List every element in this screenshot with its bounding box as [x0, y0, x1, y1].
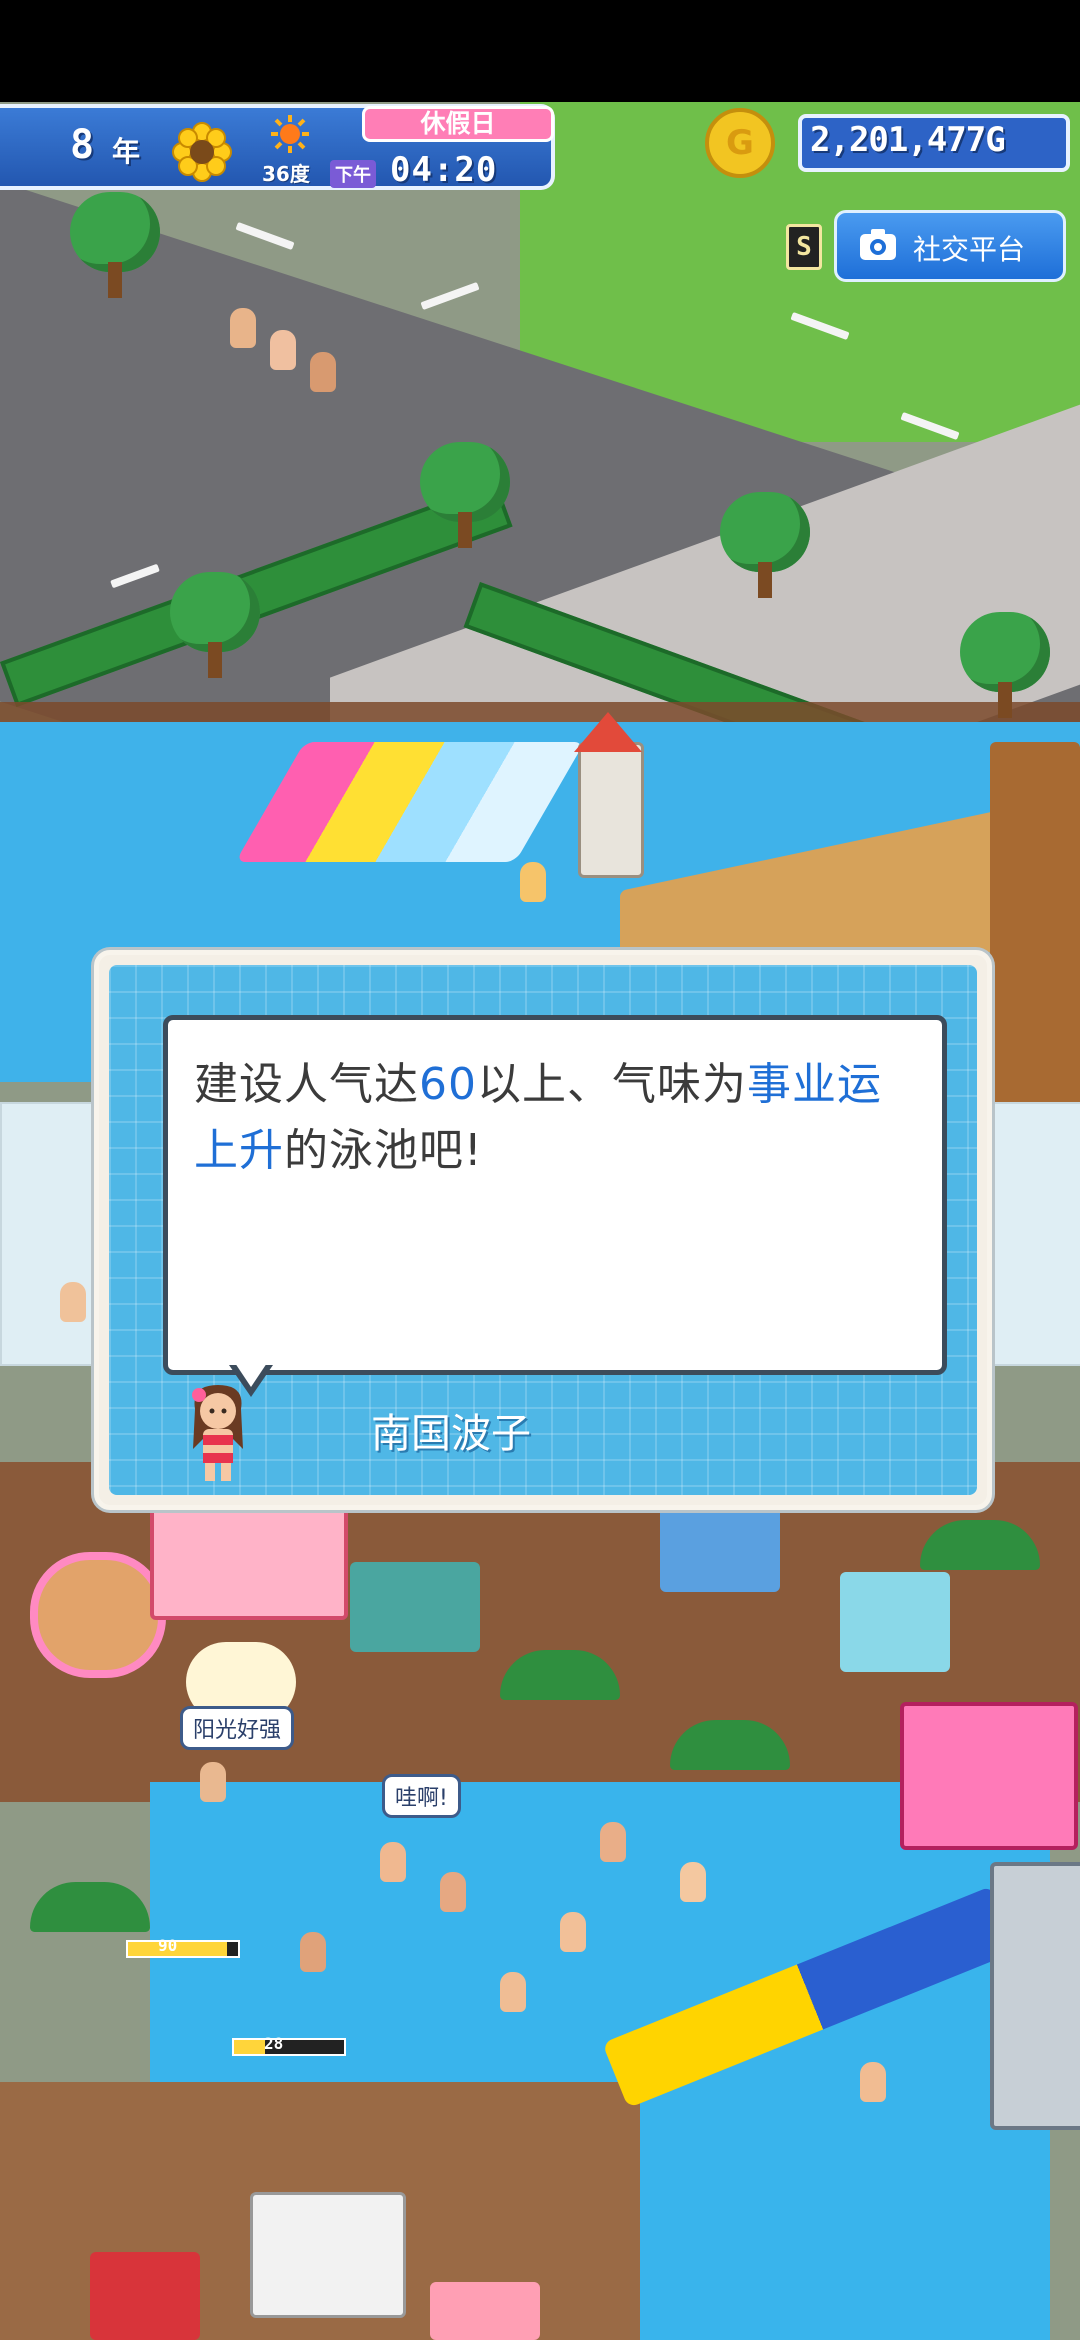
tree — [420, 442, 510, 552]
tree — [170, 572, 260, 682]
rank-badge[interactable]: S — [786, 224, 822, 270]
dialog-panel: 建设人气达60以上、气味为事业运上升的泳池吧! 南国波子 — [109, 965, 977, 1495]
appeal-gauge: 28 — [232, 2034, 346, 2056]
guest[interactable] — [200, 1762, 226, 1802]
guest[interactable] — [300, 1932, 326, 1972]
year-unit: 年 — [112, 135, 141, 168]
coin-symbol: G — [726, 123, 754, 163]
gauge-value: 90 — [158, 1936, 178, 1955]
year-number: 8 — [70, 122, 95, 168]
gauge-fill — [128, 1942, 227, 1956]
game-scene[interactable]: 阳光好强 哇啊! 90 28 8 年 36度 休假日 下午 04:20 G 2,… — [0, 102, 1080, 2340]
guest[interactable] — [270, 330, 296, 370]
message-text: 以上、气味为 — [477, 1059, 747, 1110]
speaker-name: 南国波子 — [371, 1411, 531, 1457]
message-text: 的泳池吧! — [284, 1125, 483, 1176]
temperature: 36度 — [262, 162, 310, 186]
parasol — [30, 1882, 150, 1932]
red-cart — [90, 2252, 200, 2340]
white-tent — [250, 2192, 406, 2318]
lifeguard-tower — [990, 1862, 1080, 2130]
tree — [70, 192, 160, 302]
ampm-label: 下午 — [330, 160, 376, 188]
road-marking — [420, 281, 480, 311]
sun-icon — [271, 115, 309, 153]
guest[interactable] — [230, 308, 256, 348]
strawberry-stall — [430, 2282, 540, 2340]
gauge-value: 28 — [264, 2034, 284, 2053]
message-text: 建设人气达 — [194, 1059, 419, 1110]
souvenir-stall — [660, 1502, 780, 1592]
guest[interactable] — [440, 1872, 466, 1912]
mission-message: 建设人气达60以上、气味为事业运上升的泳池吧! — [194, 1052, 924, 1184]
guest[interactable] — [600, 1822, 626, 1862]
status-bar — [0, 0, 1080, 102]
guest[interactable] — [520, 862, 546, 902]
castle-tower — [578, 742, 644, 878]
social-platform-label: 社交平台 — [913, 233, 1026, 266]
girl-portrait-icon — [192, 1385, 243, 1481]
money-amount: 2,201,477G — [810, 120, 1006, 160]
tree — [960, 612, 1050, 722]
guest-speech-bubble: 阳光好强 — [180, 1706, 295, 1750]
gauge-fill — [234, 2040, 265, 2054]
message-highlight: 60 — [419, 1059, 477, 1110]
social-platform-button[interactable]: 社交平台 — [834, 210, 1066, 282]
guest[interactable] — [380, 1842, 406, 1882]
castle-roof — [574, 712, 642, 752]
coin-icon: G — [705, 108, 775, 178]
guest[interactable] — [860, 2062, 886, 2102]
sunflower-icon — [172, 122, 232, 182]
appeal-gauge: 90 — [126, 1936, 240, 1958]
message-bubble: 建设人气达60以上、气味为事业运上升的泳池吧! — [163, 1015, 947, 1375]
money-display[interactable]: 2,201,477G — [798, 114, 1070, 172]
food-stall — [150, 1502, 348, 1620]
guest[interactable] — [560, 1912, 586, 1952]
clock-time: 04:20 — [390, 150, 498, 190]
holiday-badge: 休假日 — [362, 106, 554, 142]
mission-dialog[interactable]: 建设人气达60以上、气味为事业运上升的泳池吧! 南国波子 — [94, 950, 992, 1510]
guest[interactable] — [310, 352, 336, 392]
guest-speech-bubble: 哇啊! — [382, 1774, 461, 1818]
candy-stall — [900, 1702, 1078, 1850]
vending-stand — [840, 1572, 950, 1672]
tree — [720, 492, 810, 602]
road-marking — [235, 221, 295, 251]
guest[interactable] — [680, 1862, 706, 1902]
date-time-panel[interactable]: 8 年 36度 休假日 下午 04:20 — [0, 104, 555, 190]
donut-shop — [30, 1552, 166, 1678]
shop-stall — [350, 1562, 480, 1652]
guest[interactable] — [500, 1972, 526, 2012]
camera-icon — [860, 229, 896, 260]
guest[interactable] — [60, 1282, 86, 1322]
